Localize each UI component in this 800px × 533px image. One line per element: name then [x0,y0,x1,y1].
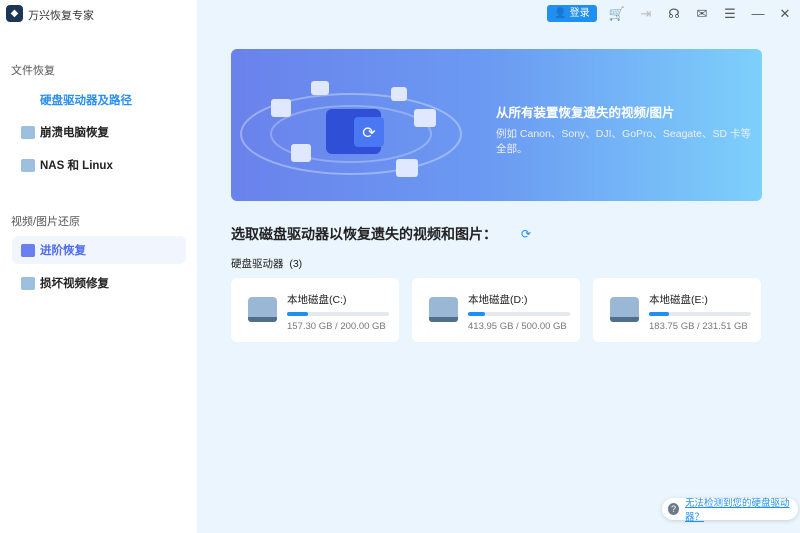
headset-icon[interactable]: ☊ [665,5,683,23]
promo-banner: ⟳ 从所有装置恢复遗失的视频/图片 例如 Canon、Sony、DJI、GoPr… [231,49,762,201]
minimize-icon[interactable]: — [749,5,767,23]
sidebar-item-label: 崩溃电脑恢复 [40,127,109,139]
monitor-icon [21,125,35,139]
server-icon [21,158,35,172]
sidebar-item-drives[interactable]: 硬盘驱动器及路径 [12,86,186,114]
drive-card[interactable]: 本地磁盘(C:) 157.30 GB / 200.00 GB [231,278,399,342]
drives-count: (3) [289,258,303,270]
sidebar-item-crash[interactable]: 崩溃电脑恢复 [12,118,186,146]
refresh-icon[interactable]: ⟳ [521,227,531,241]
drive-name: 本地磁盘(D:) [468,294,528,306]
banner-title: 从所有装置恢复遗失的视频/图片 [496,106,675,120]
mail-icon[interactable]: ✉ [693,5,711,23]
help-link-text[interactable]: 无法检测到您的硬盘驱动器？ [685,495,798,523]
video-repair-icon [21,276,35,290]
drive-card[interactable]: 本地磁盘(E:) 183.75 GB / 231.51 GB [593,278,761,342]
hard-drive-icon [429,297,458,322]
drive-usage-bar [649,312,751,316]
sidebar-item-label: 硬盘驱动器及路径 [40,95,132,107]
svg-text:⟳: ⟳ [362,125,376,142]
drive-size: 413.95 GB / 500.00 GB [468,321,567,332]
sidebar: ◆ 万兴恢复专家 文件恢复 硬盘驱动器及路径 崩溃电脑恢复 NAS 和 Linu… [0,0,197,533]
login-button[interactable]: 👤 登录 [547,5,597,22]
drive-card[interactable]: 本地磁盘(D:) 413.95 GB / 500.00 GB [412,278,580,342]
login-label: 登录 [569,8,590,19]
section-file-recovery: 文件恢复 [11,65,55,77]
drive-usage-bar [468,312,570,316]
drives-section-label: 硬盘驱动器 (3) [231,256,302,271]
drives-label: 硬盘驱动器 [231,258,284,270]
sidebar-item-label: 损坏视频修复 [40,278,109,290]
page-heading: 选取磁盘驱动器以恢复遗失的视频和图片： [231,226,497,242]
app-title: 万兴恢复专家 [28,10,94,22]
banner-description: 例如 Canon、Sony、DJI、GoPro、Seagate、SD 卡等全部。 [496,128,752,155]
export-icon[interactable]: ⇥ [637,5,655,23]
sidebar-item-nas[interactable]: NAS 和 Linux [12,151,186,179]
hard-drive-icon [610,297,639,322]
close-icon[interactable]: ✕ [776,5,794,23]
question-icon: ? [668,503,679,515]
app-logo-icon: ◆ [6,5,23,22]
sidebar-item-video-repair[interactable]: 损坏视频修复 [12,269,186,297]
menu-icon[interactable]: ☰ [721,5,739,23]
media-illustration: ⟳ [240,81,462,177]
cart-icon[interactable]: 🛒 [608,5,626,23]
drive-size: 183.75 GB / 231.51 GB [649,321,748,332]
section-video-photo: 视频/图片还原 [11,216,81,228]
drive-usage-bar [287,312,389,316]
drive-name: 本地磁盘(C:) [287,294,347,306]
sidebar-item-label: NAS 和 Linux [40,160,113,172]
drive-size: 157.30 GB / 200.00 GB [287,321,386,332]
camera-icon [21,243,35,257]
sidebar-item-advanced[interactable]: 进阶恢复 [12,236,186,264]
drive-name: 本地磁盘(E:) [649,294,708,306]
sidebar-item-label: 进阶恢复 [40,245,86,257]
help-link[interactable]: ? 无法检测到您的硬盘驱动器？ [662,495,798,523]
hard-drive-icon [248,297,277,322]
